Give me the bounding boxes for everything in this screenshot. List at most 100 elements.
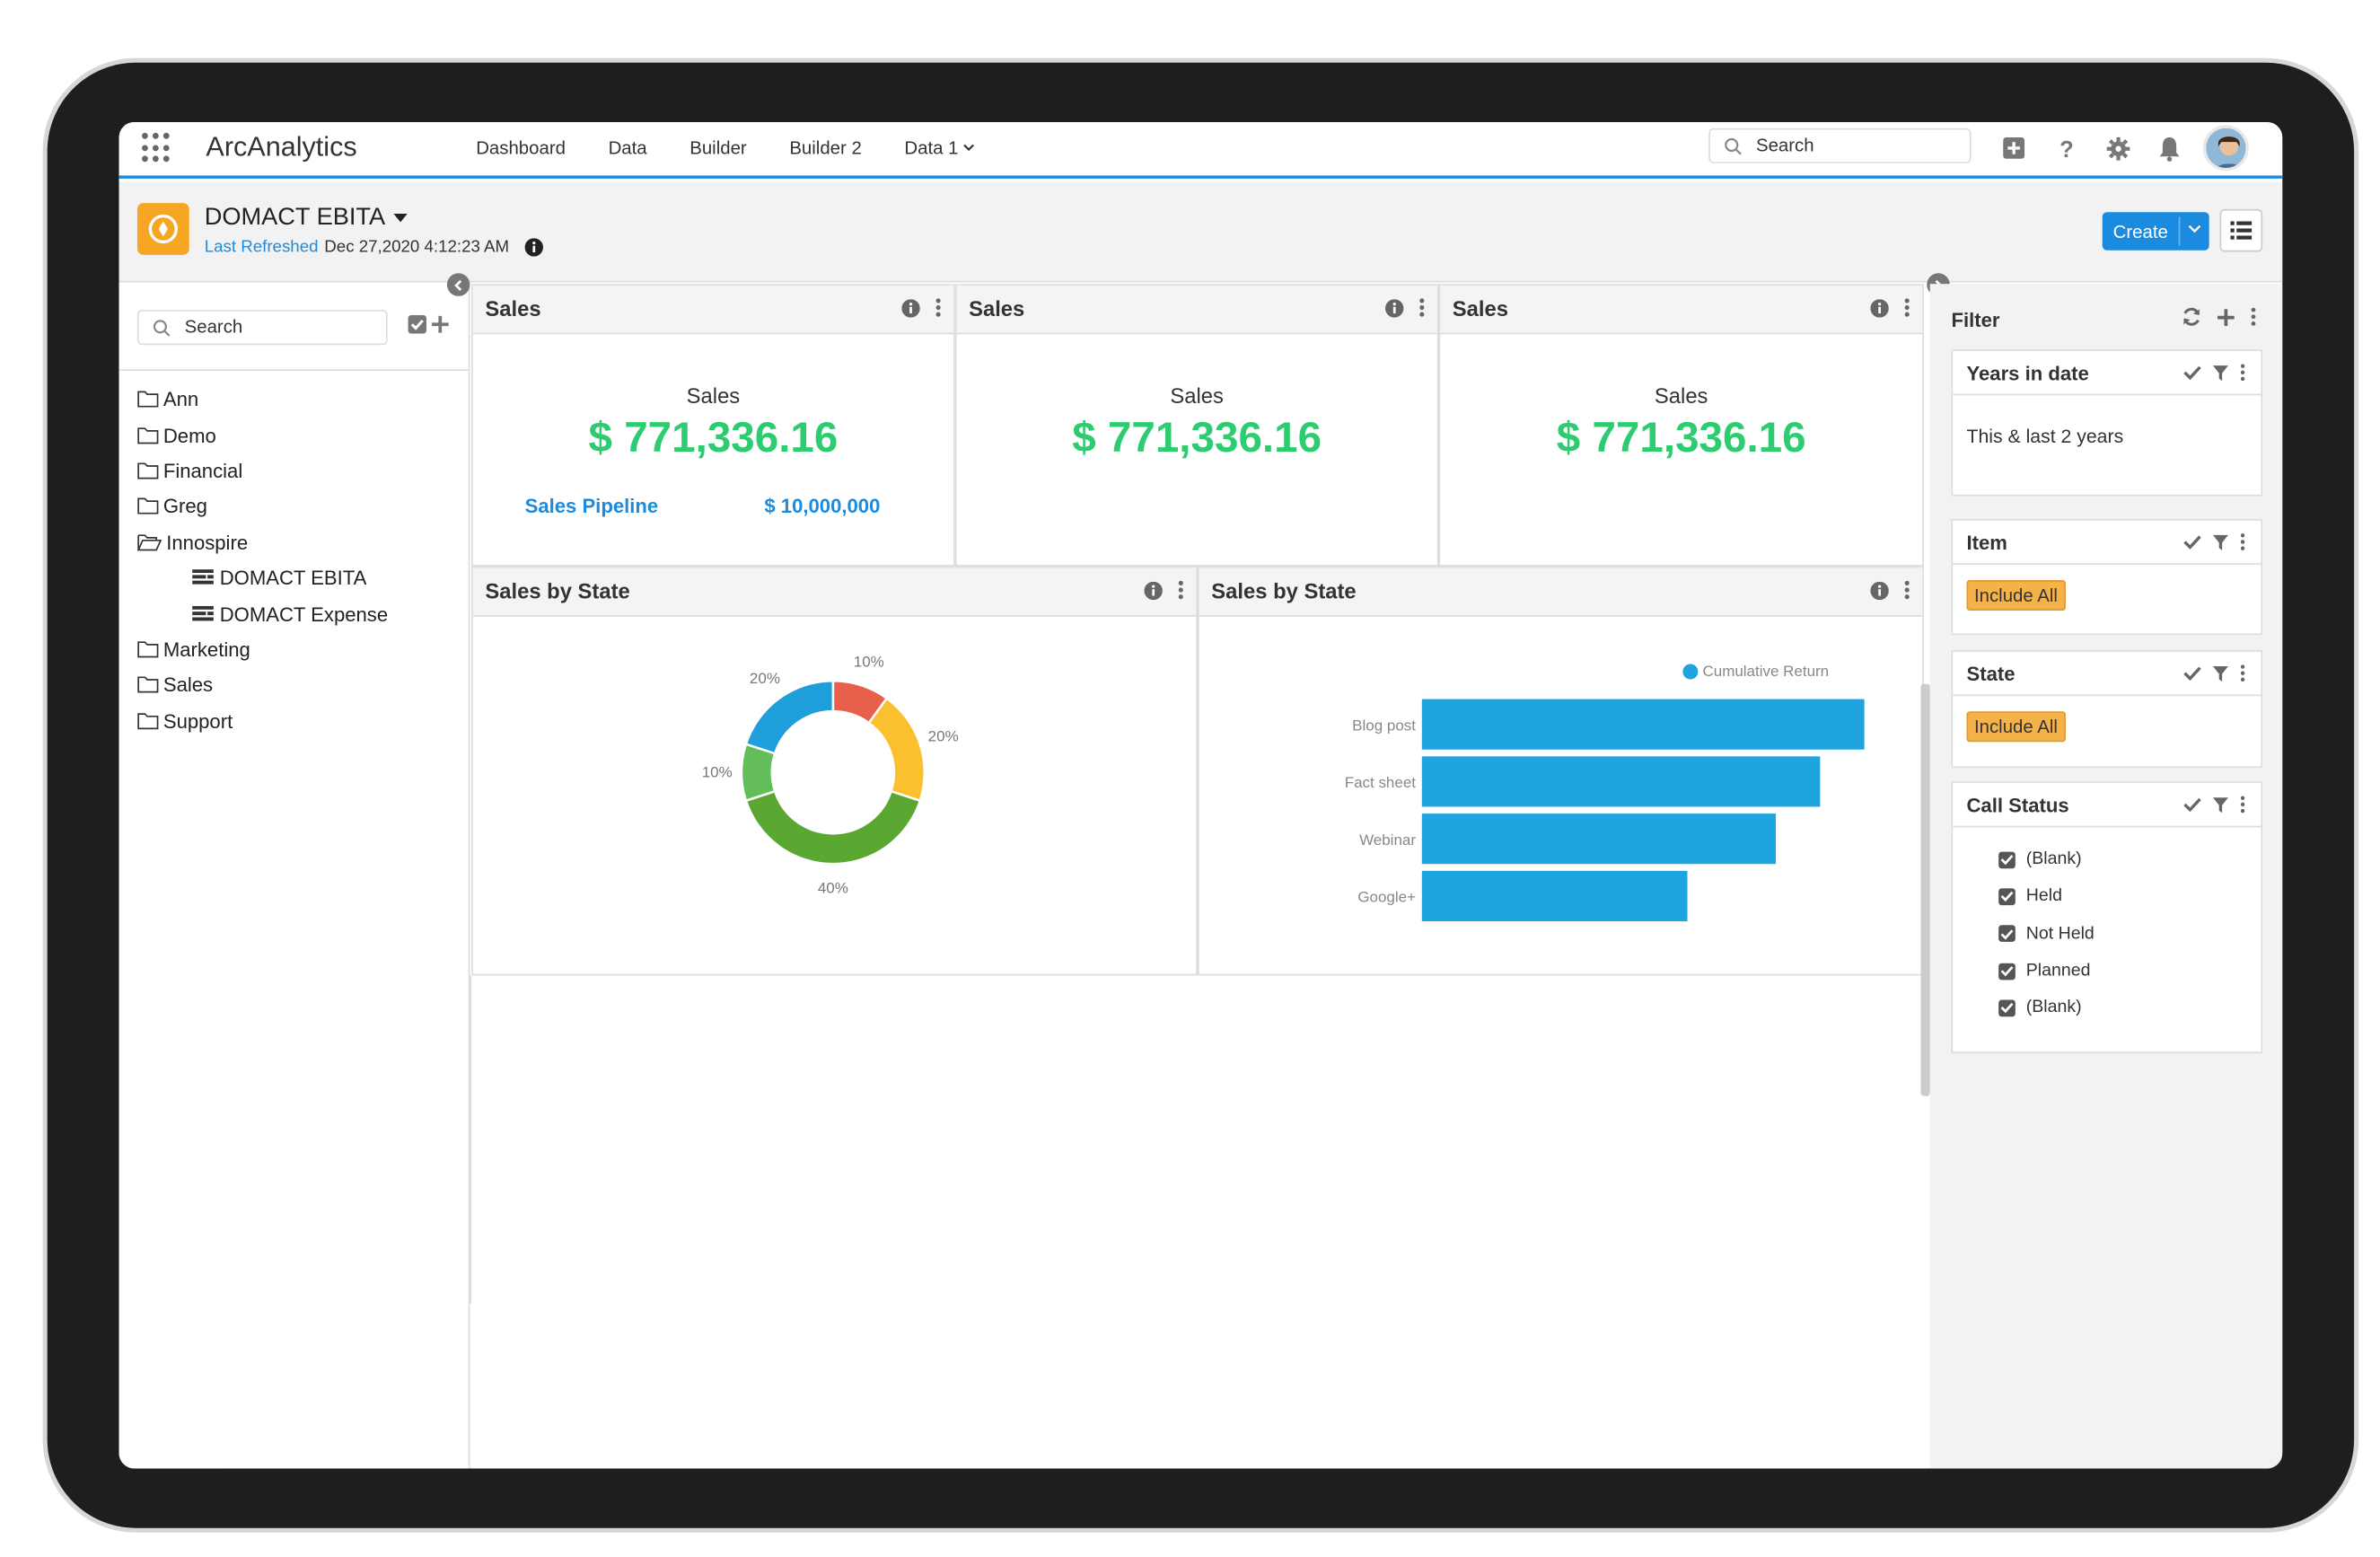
check-icon[interactable] xyxy=(2183,534,2201,550)
folder-label: Demo xyxy=(162,423,216,447)
more-vertical-icon[interactable] xyxy=(2240,364,2246,382)
dashboard-icon xyxy=(192,605,214,620)
more-vertical-icon[interactable] xyxy=(1904,580,1910,600)
donut-slice[interactable] xyxy=(744,789,922,866)
app-launcher-icon[interactable] xyxy=(142,132,172,163)
global-search-input[interactable]: Search xyxy=(1708,128,1972,163)
more-vertical-icon[interactable] xyxy=(2240,664,2246,682)
filter-card-actions xyxy=(2183,664,2246,682)
info-icon[interactable] xyxy=(901,298,920,317)
widget-title: Sales by State xyxy=(485,578,630,603)
sidebar-search-input[interactable]: Search xyxy=(136,310,388,346)
collapse-sidebar-button[interactable] xyxy=(446,273,470,296)
call-status-option[interactable]: Planned xyxy=(1998,953,2261,990)
category-label: Fact sheet xyxy=(1345,774,1417,791)
folder-label: Greg xyxy=(162,495,207,518)
folder-label: Innospire xyxy=(166,531,249,554)
folder-item-demo[interactable]: Demo xyxy=(137,418,388,453)
filter-card-header: Call Status xyxy=(1953,783,2261,828)
main-nav: Dashboard Data Builder Builder 2 Data 1 xyxy=(476,137,1018,159)
avatar[interactable] xyxy=(2202,125,2249,172)
check-icon[interactable] xyxy=(2183,365,2201,381)
gear-icon[interactable] xyxy=(2103,135,2131,163)
checkbox-checked-icon xyxy=(1998,925,2016,943)
info-icon[interactable] xyxy=(1144,580,1163,600)
nav-data-1[interactable]: Data 1 xyxy=(904,137,975,159)
folder-item-ann[interactable]: Ann xyxy=(137,382,388,418)
folder-item-greg[interactable]: Greg xyxy=(137,488,388,524)
add-icon[interactable] xyxy=(2000,135,2028,163)
more-vertical-icon[interactable] xyxy=(1178,580,1184,600)
dashboard-item-domact-ebita[interactable]: DOMACT EBITA xyxy=(137,560,388,596)
filter-card-body: Include All xyxy=(1953,696,2261,743)
folder-label: Ann xyxy=(162,388,199,411)
more-vertical-icon[interactable] xyxy=(2251,307,2257,327)
filter-card-actions xyxy=(2183,364,2246,382)
funnel-icon[interactable] xyxy=(2212,664,2229,682)
create-button[interactable]: Create xyxy=(2102,212,2209,251)
bar[interactable] xyxy=(1421,814,1777,865)
more-vertical-icon[interactable] xyxy=(935,298,942,318)
donut-slice[interactable] xyxy=(744,679,835,755)
help-icon[interactable]: ? xyxy=(2052,135,2080,163)
check-icon[interactable] xyxy=(2183,796,2201,813)
checkbox-checked-icon xyxy=(1998,850,2016,868)
check-square-icon[interactable] xyxy=(408,314,427,334)
nav-dashboard[interactable]: Dashboard xyxy=(476,137,566,159)
filter-card-state: State Include All xyxy=(1951,650,2263,769)
bar[interactable] xyxy=(1421,699,1865,750)
more-vertical-icon[interactable] xyxy=(2240,532,2246,550)
dashboard-label: DOMACT EBITA xyxy=(219,566,367,590)
call-status-option[interactable]: Held xyxy=(1998,878,2261,915)
folder-icon xyxy=(137,641,159,658)
folder-item-support[interactable]: Support xyxy=(137,703,388,739)
more-vertical-icon[interactable] xyxy=(1904,298,1910,318)
funnel-icon[interactable] xyxy=(2212,796,2229,814)
folder-item-innospire[interactable]: Innospire xyxy=(136,524,388,560)
bar[interactable] xyxy=(1421,870,1688,921)
info-icon[interactable] xyxy=(1870,298,1889,317)
option-label: (Blank) xyxy=(2025,998,2082,1017)
filter-value[interactable]: This & last 2 years xyxy=(1966,426,2123,447)
category-label: Webinar xyxy=(1359,831,1416,849)
more-vertical-icon[interactable] xyxy=(2240,796,2246,814)
dashboard-title[interactable]: DOMACT EBITA xyxy=(205,205,407,233)
list-view-button[interactable] xyxy=(2219,208,2263,252)
filter-card-body: Include All xyxy=(1953,565,2261,611)
list-icon xyxy=(2230,221,2253,240)
widget-title: Sales xyxy=(969,295,1025,321)
include-all-pill[interactable]: Include All xyxy=(1966,580,2066,611)
info-icon[interactable] xyxy=(1385,298,1404,317)
bar[interactable] xyxy=(1421,756,1821,807)
include-all-pill[interactable]: Include All xyxy=(1966,711,2066,743)
call-status-option[interactable]: Not Held xyxy=(1998,915,2261,952)
global-search-placeholder: Search xyxy=(1755,134,1814,156)
check-icon[interactable] xyxy=(2183,665,2201,682)
folder-icon xyxy=(137,676,159,693)
pipeline-label[interactable]: Sales Pipeline xyxy=(525,495,659,518)
bell-icon[interactable] xyxy=(2156,135,2183,163)
info-icon[interactable] xyxy=(1870,580,1889,600)
kpi-label: Sales xyxy=(686,383,741,408)
folder-item-financial[interactable]: Financial xyxy=(137,453,388,489)
add-icon[interactable] xyxy=(430,314,450,334)
nav-data[interactable]: Data xyxy=(609,137,647,159)
refresh-icon[interactable] xyxy=(2182,307,2201,327)
kpi-widget-3: Sales Sales $ 771,336.16 xyxy=(1438,284,1924,567)
funnel-icon[interactable] xyxy=(2212,533,2229,550)
nav-builder-2[interactable]: Builder 2 xyxy=(789,137,862,159)
folder-item-sales[interactable]: Sales xyxy=(137,667,388,703)
widget-actions xyxy=(1385,298,1425,318)
folder-item-marketing[interactable]: Marketing xyxy=(137,631,388,667)
more-vertical-icon[interactable] xyxy=(1418,298,1425,318)
nav-builder[interactable]: Builder xyxy=(689,137,746,159)
filter-card-years: Years in date This & last 2 years xyxy=(1951,349,2263,497)
call-status-option[interactable]: (Blank) xyxy=(1998,841,2261,878)
call-status-option[interactable]: (Blank) xyxy=(1998,990,2261,1026)
donut-slice[interactable] xyxy=(867,696,927,803)
dashboard-item-domact-expense[interactable]: DOMACT Expense xyxy=(137,596,388,632)
add-icon[interactable] xyxy=(2217,308,2235,326)
info-icon[interactable] xyxy=(524,238,543,257)
canvas-scrollbar[interactable] xyxy=(1920,683,1930,1096)
funnel-icon[interactable] xyxy=(2212,364,2229,381)
